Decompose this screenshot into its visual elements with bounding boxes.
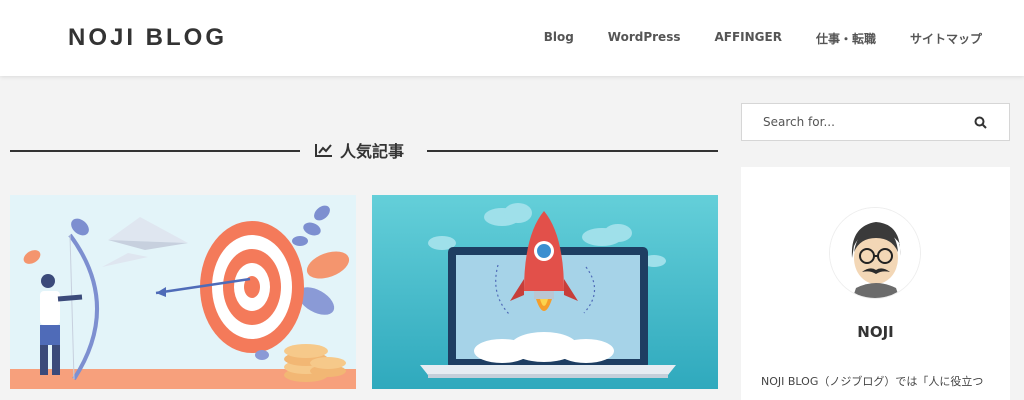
search-icon[interactable]: [974, 116, 987, 129]
main-nav: Blog WordPress AFFINGER 仕事・転職 サイトマップ: [510, 30, 982, 47]
heading-text: 人気記事: [340, 142, 405, 161]
heading-line-right: [427, 150, 718, 152]
post-thumbnail-target: [10, 205, 356, 389]
nav-item-work[interactable]: 仕事・転職: [816, 30, 876, 47]
avatar-illustration: [830, 208, 920, 298]
nav-item-wordpress[interactable]: WordPress: [608, 30, 681, 47]
heading-label: 人気記事: [314, 138, 404, 162]
heading-line-left: [10, 150, 300, 152]
nav-item-affinger[interactable]: AFFINGER: [714, 30, 781, 47]
post-card-1[interactable]: [10, 195, 356, 389]
search-box: [741, 103, 1010, 141]
profile-widget: NOJI NOJI BLOG（ノジブログ）では「人に役立つ: [741, 167, 1010, 400]
profile-description: NOJI BLOG（ノジブログ）では「人に役立つ: [761, 375, 984, 388]
post-thumbnail-rocket: [420, 203, 676, 378]
nav-item-blog[interactable]: Blog: [544, 30, 574, 47]
search-input[interactable]: [742, 104, 972, 140]
profile-name: NOJI: [857, 323, 894, 341]
trending-up-icon: [315, 144, 332, 157]
popular-posts-heading: 人気記事: [10, 138, 718, 162]
site-header: NOJI BLOG Blog WordPress AFFINGER 仕事・転職 …: [0, 0, 1024, 76]
nav-item-sitemap[interactable]: サイトマップ: [910, 30, 982, 47]
post-card-2[interactable]: [372, 195, 718, 389]
site-logo[interactable]: NOJI BLOG: [68, 24, 227, 52]
avatar: [829, 207, 921, 299]
